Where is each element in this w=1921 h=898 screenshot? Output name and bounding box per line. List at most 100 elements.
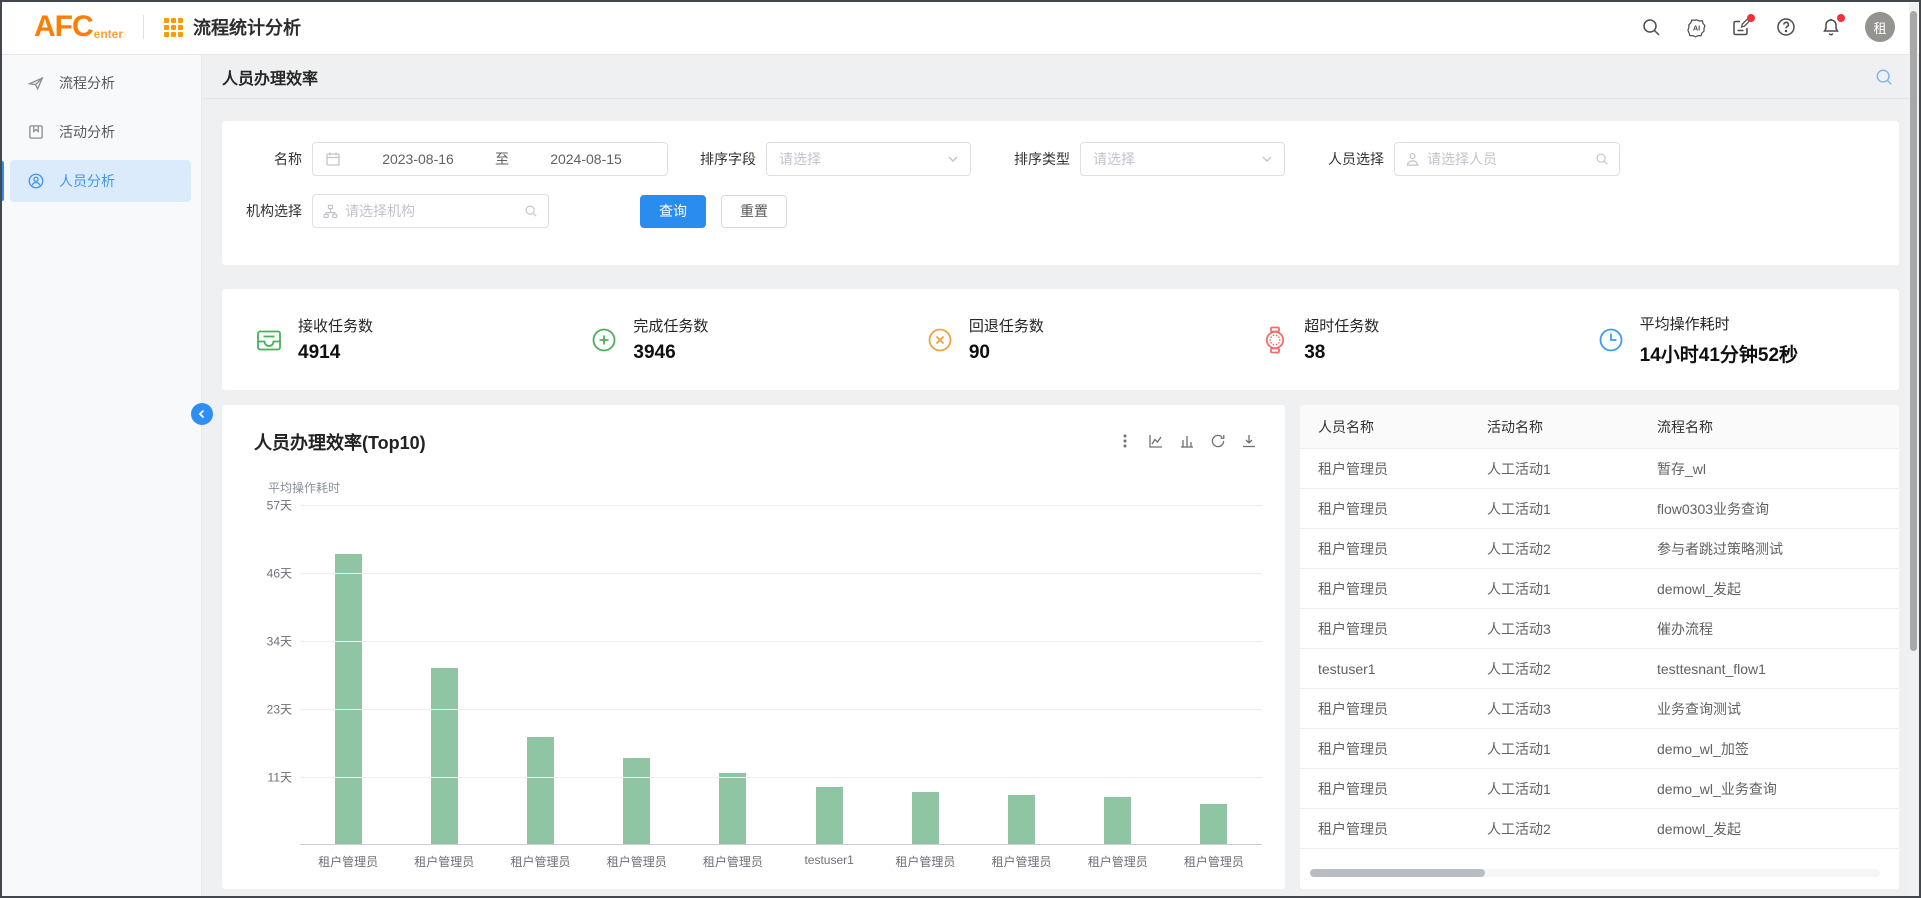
stats-panel: 接收任务数 4914 完成任务数 3946 回退任务数 90 超时任务数 38 <box>222 289 1899 390</box>
table-row[interactable]: 租户管理员人工活动1demo_wl_业务查询 <box>1300 769 1899 809</box>
afcenter-logo[interactable]: AFC enter <box>34 12 123 42</box>
table-row[interactable]: 租户管理员人工活动1demo_wl_加签 <box>1300 729 1899 769</box>
table-cell: 人工活动1 <box>1469 739 1639 759</box>
clock-icon <box>1596 325 1626 355</box>
calendar-icon <box>325 151 341 167</box>
table-cell: 租户管理员 <box>1300 499 1469 519</box>
stat-avg-time: 平均操作耗时 14小时41分钟52秒 <box>1564 313 1899 367</box>
memo-icon[interactable] <box>1730 16 1752 38</box>
table-row[interactable]: 租户管理员人工活动1demowl_发起 <box>1300 569 1899 609</box>
table-cell: 租户管理员 <box>1300 699 1469 719</box>
table-row[interactable]: 租户管理员人工活动2参与者跳过策略测试 <box>1300 529 1899 569</box>
sidebar-item-activity[interactable]: 活动分析 <box>10 111 191 153</box>
person-icon <box>27 172 45 190</box>
sort-type: 排序类型 请选择 <box>1014 142 1285 176</box>
table-row[interactable]: 租户管理员人工活动1暂存_wl <box>1300 449 1899 489</box>
stat-value: 38 <box>1304 342 1379 364</box>
sort-type-select[interactable]: 请选择 <box>1080 142 1285 176</box>
table-cell: 人工活动1 <box>1469 779 1639 799</box>
horizontal-scrollbar-thumb[interactable] <box>1310 869 1485 877</box>
table-cell: 租户管理员 <box>1300 779 1469 799</box>
x-tick-label: 租户管理员 <box>492 853 588 870</box>
date-start[interactable]: 2023-08-16 <box>349 151 487 167</box>
table-cell: testuser1 <box>1300 661 1469 677</box>
table-cell: demo_wl_业务查询 <box>1639 779 1899 799</box>
stat-label: 完成任务数 <box>633 315 708 336</box>
sort-field: 排序字段 请选择 <box>700 142 971 176</box>
page-search-icon[interactable] <box>1875 68 1893 86</box>
divider <box>143 15 144 39</box>
page-title: 人员办理效率 <box>222 65 318 89</box>
bar[interactable] <box>719 773 746 844</box>
sort-field-select[interactable]: 请选择 <box>766 142 971 176</box>
table-row[interactable]: testuser1人工活动2testtesnant_flow1 <box>1300 649 1899 689</box>
bell-icon[interactable] <box>1820 16 1842 38</box>
search-icon[interactable] <box>1640 16 1662 38</box>
activity-icon <box>27 123 45 141</box>
table-cell: demowl_发起 <box>1639 579 1899 599</box>
bar[interactable] <box>816 787 843 844</box>
app-title: 流程统计分析 <box>193 14 301 40</box>
help-icon[interactable] <box>1775 16 1797 38</box>
table-row[interactable]: 租户管理员人工活动3业务查询测试 <box>1300 689 1899 729</box>
y-tick-label: 46天 <box>267 565 292 582</box>
efficiency-chart-panel: 人员办理效率(Top10) 平均操作耗时 57天46天34天23天11天 租户管… <box>222 405 1285 889</box>
sidebar-collapse-toggle[interactable] <box>191 403 213 425</box>
table-cell: 参与者跳过策略测试 <box>1639 539 1899 559</box>
x-tick-label: 租户管理员 <box>685 853 781 870</box>
reset-button[interactable]: 重置 <box>721 195 787 228</box>
stat-completed: 完成任务数 3946 <box>557 315 892 364</box>
bar[interactable] <box>527 737 554 844</box>
stat-value: 90 <box>969 342 1044 364</box>
table-cell: 租户管理员 <box>1300 539 1469 559</box>
toolbox-bar-icon[interactable] <box>1179 433 1195 449</box>
x-tick-label: 租户管理员 <box>877 853 973 870</box>
bar[interactable] <box>1104 797 1131 844</box>
date-end[interactable]: 2024-08-15 <box>517 151 655 167</box>
table-row[interactable]: 租户管理员人工活动3催办流程 <box>1300 609 1899 649</box>
bar[interactable] <box>623 758 650 844</box>
table-row[interactable]: 租户管理员人工活动1flow0303业务查询 <box>1300 489 1899 529</box>
detail-table-panel: 人员名称活动名称流程名称 租户管理员人工活动1暂存_wl租户管理员人工活动1fl… <box>1300 405 1899 889</box>
ai-icon[interactable]: AI <box>1685 16 1707 38</box>
sidebar-item-process[interactable]: 流程分析 <box>10 62 191 104</box>
sidebar-menu: 流程分析活动分析人员分析 <box>0 55 201 202</box>
person-input[interactable] <box>1427 151 1588 167</box>
bar[interactable] <box>431 668 458 844</box>
app-grid-icon <box>164 18 183 37</box>
filter-panel: 名称 2023-08-16 至 2024-08-15 排序字段 请选择 排序类型… <box>222 121 1899 265</box>
bar[interactable] <box>1008 795 1035 844</box>
topbar: AFC enter 流程统计分析 AI 租 <box>0 0 1921 55</box>
sidebar-item-person[interactable]: 人员分析 <box>10 160 191 202</box>
bar[interactable] <box>912 792 939 844</box>
toolbox-line-icon[interactable] <box>1148 433 1164 449</box>
table-cell: 租户管理员 <box>1300 819 1469 839</box>
date-range-picker[interactable]: 2023-08-16 至 2024-08-15 <box>312 142 668 176</box>
toolbox-download-icon[interactable] <box>1241 433 1257 449</box>
search-icon[interactable] <box>1595 152 1609 166</box>
table-cell: 暂存_wl <box>1639 459 1899 479</box>
x-tick-label: 租户管理员 <box>1070 853 1166 870</box>
stat-value: 4914 <box>298 342 373 364</box>
query-button[interactable]: 查询 <box>640 195 706 228</box>
chart-title: 人员办理效率(Top10) <box>254 429 426 455</box>
search-icon[interactable] <box>524 204 538 218</box>
column-header: 人员名称 <box>1300 417 1469 437</box>
send-icon <box>27 74 45 92</box>
logo-sub: enter <box>94 27 123 42</box>
bar[interactable] <box>1200 804 1227 844</box>
org-input[interactable] <box>345 203 517 219</box>
avatar[interactable]: 租 <box>1865 12 1895 42</box>
stat-label: 回退任务数 <box>969 315 1044 336</box>
vertical-scrollbar-thumb[interactable] <box>1910 11 1917 651</box>
bar-chart-plot <box>300 505 1262 845</box>
chart-toolbox <box>1117 433 1257 449</box>
column-header: 流程名称 <box>1639 417 1899 437</box>
bar[interactable] <box>335 554 362 844</box>
x-tick-label: 租户管理员 <box>973 853 1069 870</box>
toolbox-restore-icon[interactable] <box>1210 433 1226 449</box>
toolbox-dots-icon[interactable] <box>1117 433 1133 449</box>
table-row[interactable]: 租户管理员人工活动2demowl_发起 <box>1300 809 1899 849</box>
table-cell: demowl_发起 <box>1639 819 1899 839</box>
stat-label: 接收任务数 <box>298 315 373 336</box>
